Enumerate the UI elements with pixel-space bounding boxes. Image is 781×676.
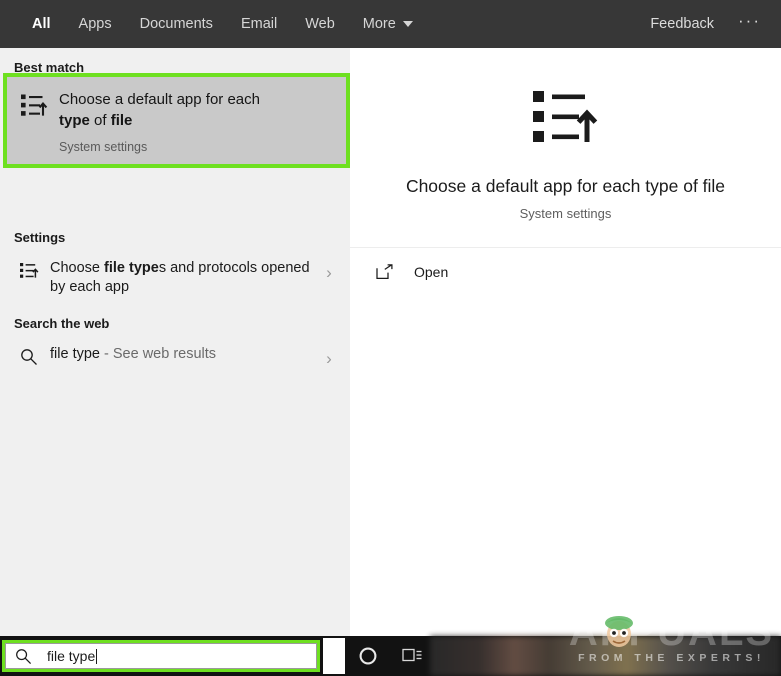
- tab-web-label: Web: [305, 16, 335, 32]
- best-match-text: Choose a default app for each type of fi…: [51, 89, 274, 154]
- web-result-text: file type - See web results: [44, 345, 318, 364]
- tab-all[interactable]: All: [18, 0, 65, 48]
- settings-result-title: Choose file types and protocols opened b…: [50, 259, 318, 297]
- default-apps-list-icon: [14, 259, 44, 279]
- tab-web[interactable]: Web: [291, 0, 349, 48]
- bm-title-part-plain-2: of: [89, 112, 111, 129]
- best-match-result-row[interactable]: Choose a default app for each type of fi…: [7, 77, 346, 164]
- preview-title: Choose a default app for each type of fi…: [405, 176, 726, 196]
- web-result-query: file type: [50, 346, 100, 362]
- search-box-tail: [323, 638, 345, 674]
- search-the-web-section-label: Search the web: [14, 316, 110, 331]
- best-match-title: Choose a default app for each type of fi…: [59, 89, 274, 131]
- tab-all-label: All: [32, 16, 51, 32]
- settings-result-row[interactable]: Choose file types and protocols opened b…: [0, 251, 350, 305]
- settings-result-text: Choose file types and protocols opened b…: [44, 259, 318, 297]
- cortana-icon[interactable]: [352, 644, 384, 668]
- open-action-row[interactable]: Open: [350, 248, 781, 280]
- task-view-icon[interactable]: [398, 645, 428, 667]
- tab-documents-label: Documents: [139, 16, 213, 32]
- taskbar-search-highlight-box: file type: [2, 640, 320, 672]
- open-action-label: Open: [414, 264, 449, 280]
- preview-subtitle: System settings: [519, 206, 612, 221]
- tab-email[interactable]: Email: [227, 0, 291, 48]
- best-match-subtitle: System settings: [59, 140, 148, 154]
- overflow-menu-icon[interactable]: ···: [726, 11, 781, 37]
- web-result-row[interactable]: file type - See web results ›: [0, 337, 350, 377]
- bm-title-part-bold-1: type: [59, 112, 90, 129]
- chevron-right-icon[interactable]: ›: [318, 259, 340, 283]
- search-icon: [14, 345, 44, 366]
- watermark-tagline: FROM THE EXPERTS!: [578, 652, 765, 664]
- text-cursor: [96, 649, 98, 664]
- taskbar-search-value: file type: [47, 648, 96, 664]
- feedback-button[interactable]: Feedback: [638, 16, 726, 32]
- tab-apps-label: Apps: [78, 16, 112, 32]
- title-part-plain-1: Choose: [50, 260, 105, 276]
- web-result-title: file type - See web results: [50, 345, 318, 364]
- settings-section: Settings Choose file types and protocols…: [0, 218, 350, 305]
- windows-search-screen: All Apps Documents Email Web More Feedba…: [0, 0, 781, 676]
- header-actions: Feedback ···: [638, 0, 781, 48]
- preview-panel: Choose a default app for each type of fi…: [350, 48, 781, 636]
- tab-documents[interactable]: Documents: [126, 0, 227, 48]
- title-part-bold-1: file type: [104, 260, 159, 276]
- taskbar-search-value-wrap: file type: [39, 648, 98, 664]
- tab-more-label: More: [362, 16, 396, 32]
- search-filter-tabs: All Apps Documents Email Web More: [0, 0, 427, 48]
- search-the-web-section: Search the web file type - See web resul…: [0, 304, 350, 377]
- bm-title-part-bold-2: file: [110, 112, 133, 129]
- watermark: APPUALS FROM THE EXPERTS!: [556, 606, 781, 676]
- best-match-highlight-box: Choose a default app for each type of fi…: [3, 73, 350, 168]
- tab-email-label: Email: [240, 16, 278, 32]
- tab-apps[interactable]: Apps: [65, 0, 126, 48]
- preview-card: Choose a default app for each type of fi…: [350, 48, 781, 248]
- web-result-suffix: - See web results: [99, 346, 217, 362]
- bm-title-part-plain-1: Choose a default app for each: [59, 91, 260, 108]
- tab-more[interactable]: More: [349, 0, 427, 48]
- open-external-icon: [376, 264, 402, 280]
- search-icon: [15, 648, 39, 665]
- search-header-bar: All Apps Documents Email Web More Feedba…: [0, 0, 781, 48]
- chevron-down-icon: [402, 21, 413, 27]
- default-apps-list-icon: [370, 88, 761, 146]
- taskbar-search-input[interactable]: file type: [5, 643, 317, 669]
- settings-section-label: Settings: [14, 230, 66, 245]
- chevron-right-icon[interactable]: ›: [318, 345, 340, 369]
- default-apps-list-icon: [17, 89, 51, 118]
